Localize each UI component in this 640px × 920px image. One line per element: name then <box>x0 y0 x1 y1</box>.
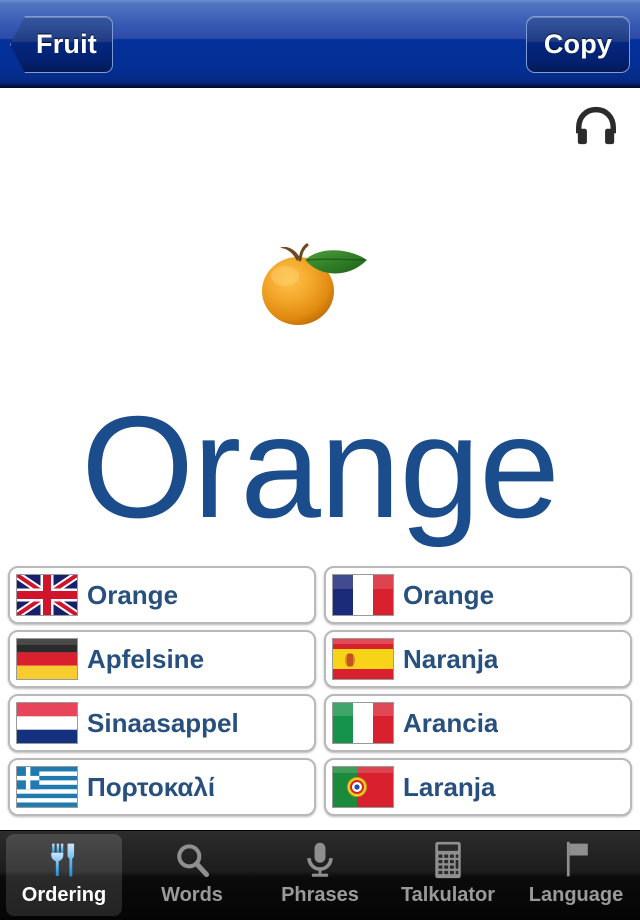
fork-knife-icon <box>41 838 87 882</box>
copy-button[interactable]: Copy <box>526 16 630 73</box>
copy-button-label: Copy <box>543 29 613 59</box>
tab-label-phrases: Phrases <box>281 884 359 906</box>
flag-netherlands-icon <box>16 702 78 744</box>
search-icon <box>169 838 215 882</box>
tab-talkulator[interactable]: Talkulator <box>384 831 512 920</box>
translation-word: Sinaasappel <box>87 707 239 738</box>
flag-greece-icon <box>16 766 78 808</box>
translation-word: Naranja <box>403 643 499 674</box>
flag-germany-icon <box>16 638 78 680</box>
translation-list: Orange Orange Apfelsine Naranja Sinaasap… <box>8 566 632 816</box>
tab-phrases[interactable]: Phrases <box>256 831 384 920</box>
translation-row-french[interactable]: Orange <box>324 566 632 624</box>
translation-word: Laranja <box>403 771 496 802</box>
orange-fruit-icon <box>262 243 367 325</box>
headphones-button[interactable] <box>570 103 622 149</box>
calculator-icon <box>425 838 471 882</box>
translation-row-spanish[interactable]: Naranja <box>324 630 632 688</box>
translation-word: Orange <box>403 579 495 610</box>
flag-italy-icon <box>332 702 394 744</box>
translation-word: Apfelsine <box>87 643 205 674</box>
tab-label-ordering: Ordering <box>21 884 107 906</box>
page-title: Orange <box>81 386 560 548</box>
back-button-label: Fruit <box>36 29 97 59</box>
tab-label-language: Language <box>528 884 624 906</box>
translation-row-english[interactable]: Orange <box>8 566 316 624</box>
flag-spain-icon <box>332 638 394 680</box>
back-button[interactable]: Fruit <box>10 16 113 73</box>
translation-row-italian[interactable]: Arancia <box>324 694 632 752</box>
tab-label-talkulator: Talkulator <box>400 884 496 906</box>
tab-ordering[interactable]: Ordering <box>0 831 128 920</box>
translation-row-german[interactable]: Apfelsine <box>8 630 316 688</box>
tab-label-words: Words <box>161 884 223 906</box>
translation-row-portuguese[interactable]: Laranja <box>324 758 632 816</box>
tab-words[interactable]: Words <box>128 831 256 920</box>
tab-language[interactable]: Language <box>512 831 640 920</box>
tab-bar: Ordering Words Phrases Talkulator Langua… <box>0 830 640 920</box>
translation-word: Orange <box>87 579 179 610</box>
navigation-bar: Fruit Copy <box>0 0 640 88</box>
flag-portugal-icon <box>332 766 394 808</box>
translation-row-greek[interactable]: Πορτοκαλί <box>8 758 316 816</box>
headphones-icon <box>576 106 616 145</box>
fruit-image <box>0 228 640 332</box>
flag-france-icon <box>332 574 394 616</box>
flag-icon <box>553 838 599 882</box>
flag-uk-icon <box>16 574 78 616</box>
microphone-icon <box>297 838 343 882</box>
translation-word: Πορτοκαλί <box>87 771 216 802</box>
translation-row-dutch[interactable]: Sinaasappel <box>8 694 316 752</box>
translation-word: Arancia <box>403 707 499 738</box>
